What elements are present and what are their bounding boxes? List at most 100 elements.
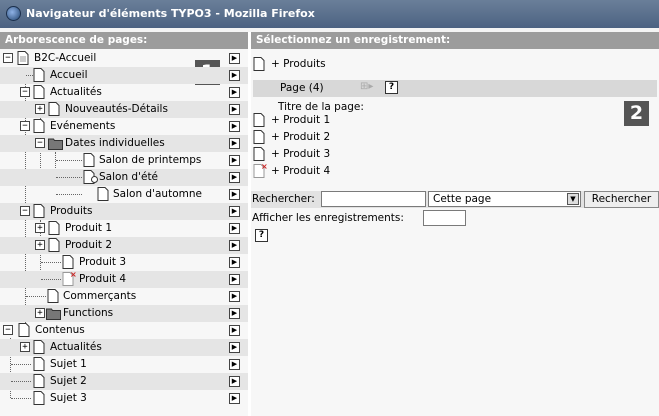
- help-icon[interactable]: ?: [385, 81, 398, 94]
- collapse-icon[interactable]: −: [20, 121, 30, 131]
- tree-item-accueil[interactable]: Accueil ▶: [0, 67, 248, 84]
- tree-item-functions[interactable]: + Functions ▶: [0, 305, 248, 322]
- tree-label[interactable]: Contenus: [35, 324, 85, 336]
- help-icon[interactable]: ?: [255, 229, 268, 242]
- record-row[interactable]: + Produit 3: [251, 146, 659, 163]
- tree-item-salon-ete[interactable]: Salon d'été ▶: [0, 169, 248, 186]
- tree-item-dates-individuelles[interactable]: − Dates individuelles ▶: [0, 135, 248, 152]
- tree-label[interactable]: Actualités: [50, 86, 102, 98]
- record-label[interactable]: + Produit 4: [271, 165, 330, 177]
- context-menu-icon[interactable]: ▶: [229, 155, 240, 166]
- context-menu-icon[interactable]: ▶: [229, 376, 240, 387]
- tree-item-produit-1[interactable]: + Produit 1 ▶: [0, 220, 248, 237]
- expand-icon[interactable]: +: [35, 223, 45, 233]
- tree-label[interactable]: Actualités: [50, 341, 102, 353]
- tree-label[interactable]: Salon de printemps: [99, 154, 201, 166]
- context-menu-icon[interactable]: ▶: [229, 325, 240, 336]
- context-menu-icon[interactable]: ▶: [229, 240, 240, 251]
- record-row[interactable]: × + Produit 4: [251, 162, 659, 180]
- context-menu-icon[interactable]: ▶: [229, 189, 240, 200]
- collapse-icon[interactable]: −: [20, 206, 30, 216]
- page-icon: [33, 119, 45, 133]
- tree-item-actualites[interactable]: − Actualités ▶: [0, 84, 248, 101]
- tree-label[interactable]: Evénements: [50, 120, 115, 132]
- tree-label[interactable]: Produit 1: [65, 222, 112, 234]
- clock-icon: [91, 176, 98, 183]
- search-button[interactable]: Rechercher: [584, 191, 659, 208]
- tree-item-produit-4[interactable]: × Produit 4 ▶: [0, 270, 248, 288]
- tree-item-commercants[interactable]: Commerçants ▶: [0, 288, 248, 305]
- tree-item-nouveautes-details[interactable]: + Nouveautés-Détails ▶: [0, 101, 248, 118]
- tree-label[interactable]: Dates individuelles: [65, 137, 165, 149]
- tree-item-contenus[interactable]: − Contenus ▶: [0, 322, 248, 339]
- tree-item-produit-2[interactable]: + Produit 2 ▶: [0, 237, 248, 254]
- context-menu-icon[interactable]: ▶: [229, 121, 240, 132]
- window-titlebar: Navigateur d'éléments TYPO3 - Mozilla Fi…: [0, 0, 659, 28]
- record-row[interactable]: + Produit 1: [251, 112, 659, 129]
- collapse-icon[interactable]: −: [3, 53, 13, 63]
- tree-label[interactable]: Salon d'été: [99, 171, 158, 183]
- show-records-input[interactable]: [423, 210, 466, 226]
- context-menu-icon[interactable]: ▶: [229, 274, 240, 285]
- context-menu-icon[interactable]: ▶: [229, 53, 240, 64]
- expand-icon[interactable]: +: [35, 240, 45, 250]
- record-label[interactable]: + Produit 2: [271, 131, 330, 143]
- tree-label[interactable]: Functions: [63, 307, 113, 319]
- collapse-icon[interactable]: −: [3, 325, 13, 335]
- expand-icon[interactable]: +: [35, 308, 45, 318]
- context-menu-icon[interactable]: ▶: [229, 308, 240, 319]
- tree-item-sujet-2[interactable]: Sujet 2 ▶: [0, 373, 248, 390]
- tree-item-salon-printemps[interactable]: Salon de printemps ▶: [0, 152, 248, 169]
- collapse-icon[interactable]: −: [35, 138, 45, 148]
- context-menu-icon[interactable]: ▶: [229, 87, 240, 98]
- context-menu-icon[interactable]: ▶: [229, 172, 240, 183]
- page-icon: [48, 238, 60, 252]
- chevron-down-icon[interactable]: ▼: [567, 193, 579, 205]
- context-menu-icon[interactable]: ▶: [229, 342, 240, 353]
- tree-label[interactable]: Sujet 1: [50, 358, 87, 370]
- record-row[interactable]: + Produit 2: [251, 129, 659, 146]
- context-menu-icon[interactable]: ▶: [229, 393, 240, 404]
- tree-label[interactable]: Nouveautés-Détails: [65, 103, 168, 115]
- firefox-icon: [6, 6, 21, 21]
- tree-item-contenus-actualites[interactable]: + Actualités ▶: [0, 339, 248, 356]
- tree-label[interactable]: Sujet 3: [50, 392, 87, 404]
- context-menu-icon[interactable]: ▶: [229, 104, 240, 115]
- tree-item-sujet-1[interactable]: Sujet 1 ▶: [0, 356, 248, 373]
- page-icon: [97, 187, 109, 201]
- collapse-icon[interactable]: −: [20, 87, 30, 97]
- tree-item-evenements[interactable]: − Evénements ▶: [0, 118, 248, 135]
- page-icon: [33, 68, 45, 82]
- record-label[interactable]: + Produit 3: [271, 148, 330, 160]
- record-label[interactable]: + Produit 1: [271, 114, 330, 126]
- search-input[interactable]: [321, 191, 426, 207]
- tree-label[interactable]: B2C-Accueil: [34, 52, 96, 64]
- tree-label[interactable]: Sujet 2: [50, 375, 87, 387]
- context-menu-icon[interactable]: ▶: [229, 257, 240, 268]
- page-icon: [83, 153, 95, 167]
- tree-label[interactable]: Produit 2: [65, 239, 112, 251]
- tree-item-salon-automne[interactable]: Salon d'automne ▶: [0, 186, 248, 203]
- tree-item-b2c-accueil[interactable]: − B2C-Accueil ▶: [0, 50, 248, 67]
- tree-label[interactable]: Produits: [50, 205, 92, 217]
- expand-icon[interactable]: +: [35, 104, 45, 114]
- tree-item-produits[interactable]: − Produits ▶: [0, 203, 248, 220]
- tree-label[interactable]: Salon d'automne: [113, 188, 202, 200]
- context-menu-icon[interactable]: ▶: [229, 206, 240, 217]
- context-menu-icon[interactable]: ▶: [229, 138, 240, 149]
- context-menu-icon[interactable]: ▶: [229, 70, 240, 81]
- current-page-label: + Produits: [271, 58, 326, 70]
- expand-icon[interactable]: +: [20, 342, 30, 352]
- tree-item-sujet-3[interactable]: Sujet 3 ▶: [0, 390, 248, 407]
- context-menu-icon[interactable]: ▶: [229, 291, 240, 302]
- tree-label[interactable]: Produit 4: [79, 273, 126, 285]
- context-menu-icon[interactable]: ▶: [229, 223, 240, 234]
- context-menu-icon[interactable]: ▶: [229, 359, 240, 370]
- search-scope-value: Cette page: [433, 193, 492, 205]
- tree-item-produit-3[interactable]: Produit 3 ▶: [0, 254, 248, 271]
- search-scope-select[interactable]: Cette page ▼: [428, 191, 581, 207]
- expand-table-icon[interactable]: ⊞▸: [360, 81, 373, 92]
- tree-label[interactable]: Commerçants: [63, 290, 136, 302]
- tree-label[interactable]: Accueil: [50, 69, 88, 81]
- tree-label[interactable]: Produit 3: [79, 256, 126, 268]
